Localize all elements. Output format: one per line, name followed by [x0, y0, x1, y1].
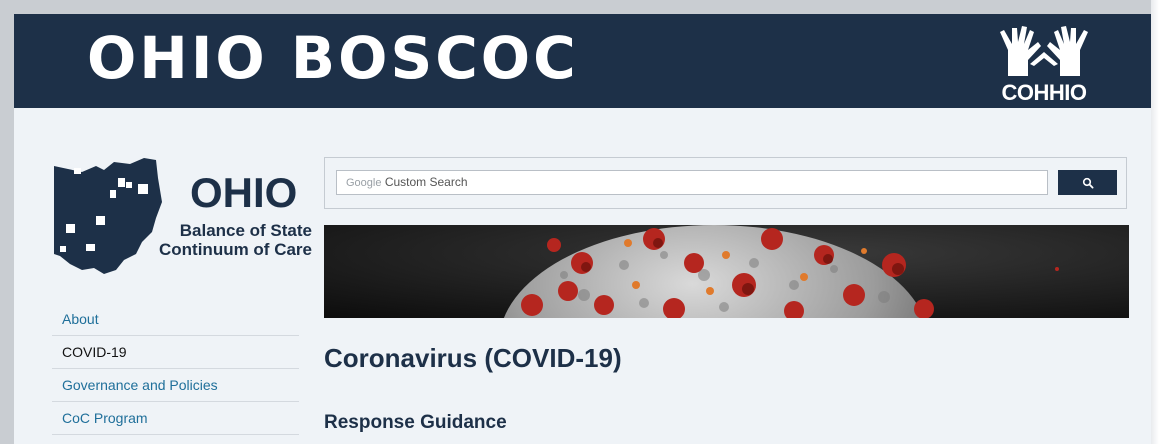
logo-subtitle: Balance of State Continuum of Care: [159, 221, 312, 259]
sidebar-item-covid-19[interactable]: COVID-19: [52, 336, 299, 369]
page: OHIO BOSCOC COHHIO OHIO Balance of State…: [14, 14, 1151, 444]
search-icon: [1082, 177, 1094, 189]
logo-ohio-text: OHIO: [190, 169, 298, 216]
search-input[interactable]: Google Custom Search: [336, 170, 1048, 195]
page-title: Coronavirus (COVID-19): [324, 343, 622, 373]
coronavirus-illustration: [324, 225, 1129, 444]
search-box: Google Custom Search: [324, 157, 1127, 209]
sidebar-item-about[interactable]: About: [52, 303, 299, 336]
cohhio-logo[interactable]: COHHIO: [994, 20, 1094, 105]
cohhio-logo-text: COHHIO: [1001, 80, 1088, 105]
frame-shadow: [1151, 0, 1159, 444]
search-button[interactable]: [1058, 170, 1117, 195]
site-title[interactable]: OHIO BOSCOC: [87, 20, 579, 96]
search-brand: Google: [346, 177, 382, 189]
hands-house-icon: [1000, 26, 1088, 76]
search-placeholder: Custom Search: [384, 175, 468, 189]
ohio-map-icon: [54, 158, 162, 274]
hero-image: [324, 225, 1129, 444]
site-header: OHIO BOSCOC COHHIO: [14, 14, 1151, 108]
ohio-bos-logo[interactable]: OHIO Balance of State Continuum of Care: [52, 158, 312, 276]
sidebar-item-governance-and-policies[interactable]: Governance and Policies: [52, 369, 299, 402]
sidebar-nav: About COVID-19 Governance and Policies C…: [52, 303, 299, 435]
section-heading: Response Guidance: [324, 412, 507, 433]
sidebar-item-coc-program[interactable]: CoC Program: [52, 402, 299, 435]
